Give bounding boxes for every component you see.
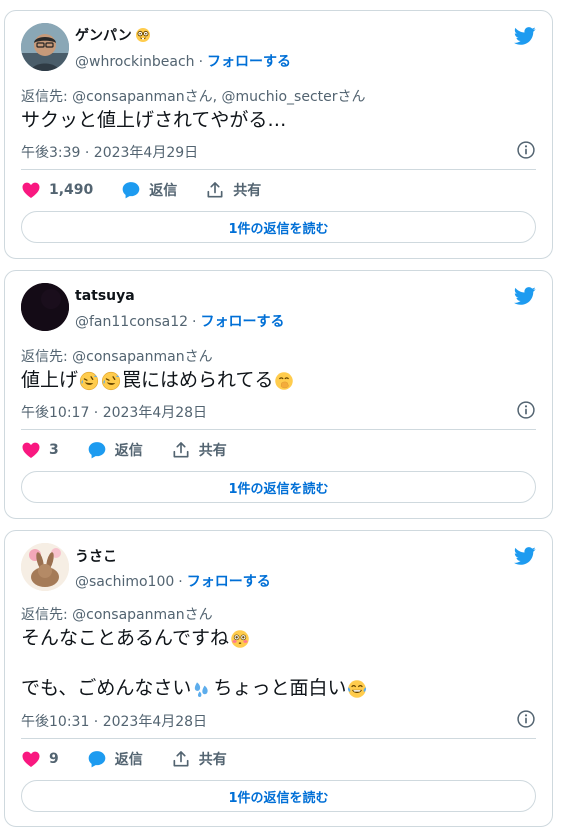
twitter-bird-icon[interactable] — [512, 25, 538, 47]
timestamp[interactable]: 午後10:31 · 2023年4月28日 — [21, 711, 207, 731]
info-icon[interactable] — [516, 140, 536, 160]
reply-bubble-icon — [121, 180, 141, 200]
reply-to-line[interactable]: 返信先: @consapanmanさん — [21, 604, 213, 624]
read-replies-button[interactable]: 1件の返信を読む — [21, 211, 536, 243]
sweat-droplets-icon — [192, 679, 212, 699]
timestamp[interactable]: 午後10:17 · 2023年4月28日 — [21, 402, 207, 422]
tears-of-joy-icon — [347, 679, 367, 699]
read-replies-button[interactable]: 1件の返信を読む — [21, 471, 536, 503]
share-button[interactable]: 共有 — [171, 440, 227, 460]
tweet-text-line-2: でも、ごめんなさい ちょっと面白い — [21, 676, 368, 701]
separator-dot: · — [192, 314, 197, 330]
info-icon[interactable] — [516, 400, 536, 420]
tweet-text-part: 罠にはめられてる — [122, 369, 274, 391]
follow-button[interactable]: フォローする — [187, 574, 271, 590]
share-label: 共有 — [198, 443, 227, 459]
tweet-text-part: でも、ごめんなさい — [21, 677, 192, 699]
like-button[interactable]: 9 — [21, 749, 59, 769]
divider — [21, 429, 536, 430]
display-name-text: tatsuya — [75, 288, 135, 304]
action-bar: 3 返信 共有 — [21, 440, 255, 460]
avatar[interactable] — [21, 283, 69, 331]
reply-to-line[interactable]: 返信先: @consapanmanさん — [21, 346, 213, 366]
separator-dot: · — [198, 54, 204, 70]
reply-bubble-icon — [87, 440, 107, 460]
tweet-card[interactable]: ゲンパン @whrockinbeach · フォローする 返信先: @consapa… — [4, 10, 553, 259]
tweet-text: サクッと値上げされてやがる… — [21, 109, 287, 131]
tweet-card[interactable]: うさこ @sachimo100 · フォローする 返信先: @consapanman… — [4, 530, 553, 827]
reply-label: 返信 — [114, 752, 143, 768]
read-replies-button[interactable]: 1件の返信を読む — [21, 780, 536, 812]
follow-button[interactable]: フォローする — [207, 54, 291, 70]
share-button[interactable]: 共有 — [205, 180, 261, 200]
heart-icon — [21, 440, 41, 460]
user-handle[interactable]: @sachimo100 — [75, 574, 174, 590]
action-bar: 1,490 返信 共有 — [21, 180, 289, 200]
tweet-text-line-1: そんなことあるんですね — [21, 626, 251, 651]
tweet-text-part: ちょっと面白い — [213, 677, 347, 699]
reply-to-line[interactable]: 返信先: @consapanmanさん, @muchio_secterさん — [21, 86, 366, 106]
share-label: 共有 — [233, 183, 262, 199]
heart-icon — [21, 180, 41, 200]
reply-label: 返信 — [114, 443, 143, 459]
hand-over-mouth-icon — [274, 371, 294, 391]
action-bar: 9 返信 共有 — [21, 749, 255, 769]
info-icon[interactable] — [516, 709, 536, 729]
reply-button[interactable]: 返信 — [121, 180, 177, 200]
timestamp[interactable]: 午後3:39 · 2023年4月29日 — [21, 142, 198, 162]
like-button[interactable]: 3 — [21, 440, 59, 460]
rofl-icon — [101, 371, 121, 391]
divider — [21, 169, 536, 170]
nerd-face-icon — [135, 27, 151, 43]
tweet-text: 値上げ 罠にはめられてる — [21, 368, 295, 393]
user-handle[interactable]: @whrockinbeach — [75, 54, 195, 70]
display-name[interactable]: うさこ — [75, 546, 117, 566]
tweet-card[interactable]: tatsuya @fan11consa12 · フォローする 返信先: @consa… — [4, 270, 553, 519]
divider — [21, 738, 536, 739]
reply-label: 返信 — [149, 183, 178, 199]
display-name-text: うさこ — [75, 549, 117, 565]
avatar[interactable] — [21, 23, 69, 71]
separator-dot: · — [178, 574, 183, 590]
display-name[interactable]: ゲンパン — [75, 25, 151, 45]
reply-button[interactable]: 返信 — [87, 440, 143, 460]
display-name-text: ゲンパン — [75, 28, 132, 44]
like-count: 9 — [49, 751, 59, 767]
like-count: 3 — [49, 442, 59, 458]
share-label: 共有 — [198, 752, 227, 768]
user-handle[interactable]: @fan11consa12 — [75, 314, 188, 330]
flushed-face-icon — [230, 629, 250, 649]
rofl-icon — [79, 371, 99, 391]
share-button[interactable]: 共有 — [171, 749, 227, 769]
display-name[interactable]: tatsuya — [75, 288, 135, 304]
share-icon — [171, 749, 191, 769]
follow-button[interactable]: フォローする — [200, 314, 284, 330]
like-count: 1,490 — [49, 182, 94, 198]
twitter-bird-icon[interactable] — [512, 545, 538, 567]
twitter-bird-icon[interactable] — [512, 285, 538, 307]
like-button[interactable]: 1,490 — [21, 180, 93, 200]
reply-button[interactable]: 返信 — [87, 749, 143, 769]
avatar[interactable] — [21, 543, 69, 591]
tweet-text-part: 値上げ — [21, 369, 79, 391]
share-icon — [171, 440, 191, 460]
heart-icon — [21, 749, 41, 769]
reply-bubble-icon — [87, 749, 107, 769]
tweet-text-part: そんなことあるんですね — [21, 627, 230, 649]
share-icon — [205, 180, 225, 200]
